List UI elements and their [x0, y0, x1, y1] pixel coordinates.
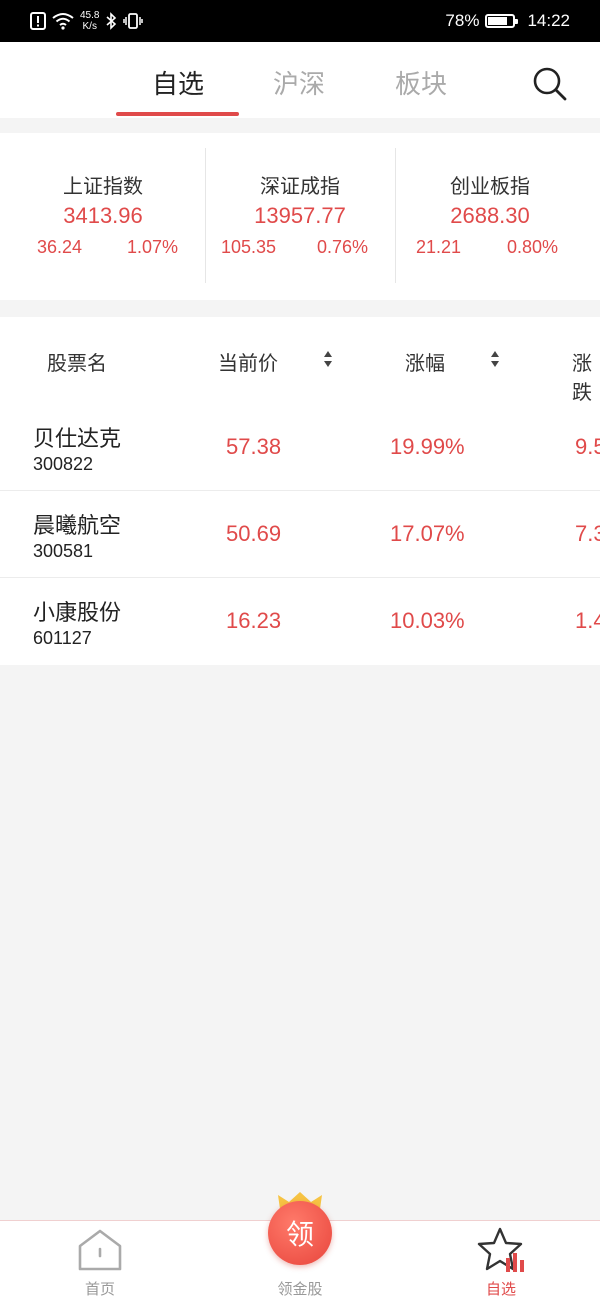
stock-change: 7.39: [575, 521, 600, 546]
index-shenzhen[interactable]: 深证成指 13957.77 105.35 0.76%: [200, 133, 400, 300]
nav-gold-stock-label: 领金股: [277, 1280, 323, 1298]
vibrate-icon: [123, 13, 144, 29]
gold-stock-button[interactable]: 领: [268, 1201, 332, 1265]
index-value: 2688.30: [450, 203, 530, 228]
index-chinext[interactable]: 创业板指 2688.30 21.21 0.80%: [390, 133, 590, 300]
status-left: 45.8 K/s: [30, 8, 144, 34]
index-name: 创业板指: [450, 174, 530, 198]
table-row[interactable]: 小康股份 601127 16.23 10.03% 1.48: [0, 578, 600, 665]
stock-name: 晨曦航空: [33, 514, 122, 539]
index-change: 21.21: [416, 237, 462, 257]
index-value: 13957.77: [254, 203, 346, 228]
column-header-pct[interactable]: 涨幅: [405, 347, 445, 376]
notification-alert-icon: [30, 12, 46, 30]
nav-watchlist-label: 自选: [485, 1280, 516, 1298]
tab-shanghai-shenzhen[interactable]: 沪深: [273, 64, 325, 101]
status-right: 78% 14:22: [445, 8, 570, 34]
index-change-pct: 1.07%: [127, 237, 179, 257]
gold-stock-badge-text: 领: [285, 1218, 314, 1251]
wifi-icon: [52, 13, 74, 30]
index-name: 上证指数: [63, 174, 143, 198]
battery-icon: [485, 14, 519, 28]
sort-price-icon[interactable]: [323, 349, 333, 369]
sort-pct-icon[interactable]: [490, 349, 500, 369]
column-header-price[interactable]: 当前价: [218, 347, 278, 376]
bluetooth-icon: [106, 12, 117, 30]
table-row[interactable]: 贝仕达克 300822 57.38 19.99% 9.57: [0, 404, 600, 491]
status-bar: 45.8 K/s 78% 14:22: [0, 0, 600, 42]
index-change-pct: 0.80%: [507, 237, 559, 257]
stock-name: 小康股份: [33, 601, 122, 626]
active-tab-indicator: [116, 112, 239, 116]
top-tab-bar: 自选 沪深 板块: [0, 42, 600, 118]
stock-price: 50.69: [226, 521, 282, 546]
column-header-name: 股票名: [47, 351, 107, 375]
stock-name: 贝仕达克: [33, 427, 122, 452]
stock-price: 16.23: [226, 608, 282, 633]
battery-fill: [488, 17, 508, 25]
tab-watchlist[interactable]: 自选: [152, 64, 204, 101]
tab-sectors[interactable]: 板块: [395, 64, 447, 101]
bottom-nav: 首页 领 领金股 自选: [0, 1192, 600, 1300]
network-speed: 45.8 K/s: [80, 10, 99, 32]
clock: 14:22: [527, 11, 570, 30]
table-row[interactable]: 晨曦航空 300581 50.69 17.07% 7.39: [0, 491, 600, 578]
index-name: 深证成指: [260, 174, 340, 198]
index-shanghai[interactable]: 上证指数 3413.96 36.24 1.07%: [3, 133, 203, 300]
stock-code: 300822: [33, 454, 94, 474]
star-icon: [477, 1227, 524, 1272]
column-header-change[interactable]: 涨跌: [572, 347, 600, 405]
index-change: 36.24: [37, 237, 83, 257]
stock-code: 300581: [33, 541, 94, 561]
network-speed-unit: K/s: [82, 21, 97, 32]
nav-home-label: 首页: [84, 1280, 115, 1298]
watchlist-table: 股票名 当前价 涨幅 涨跌 贝仕达克 300822 57.38 19.99% 9…: [0, 317, 600, 665]
battery-percent: 78%: [445, 11, 480, 30]
network-speed-value: 45.8: [80, 10, 100, 21]
stock-change-pct: 10.03%: [390, 608, 465, 633]
home-icon: [78, 1229, 122, 1271]
stock-price: 57.38: [226, 434, 282, 459]
index-change-pct: 0.76%: [317, 237, 369, 257]
stock-change: 9.57: [575, 434, 600, 459]
stock-change: 1.48: [575, 608, 600, 633]
search-icon[interactable]: [530, 64, 570, 104]
stock-change-pct: 19.99%: [390, 434, 465, 459]
index-change: 105.35: [221, 237, 277, 257]
index-value: 3413.96: [63, 203, 143, 228]
stock-change-pct: 17.07%: [390, 521, 465, 546]
stock-code: 601127: [33, 628, 92, 648]
market-index-panel: 上证指数 3413.96 36.24 1.07% 深证成指 13957.77 1…: [0, 133, 600, 300]
